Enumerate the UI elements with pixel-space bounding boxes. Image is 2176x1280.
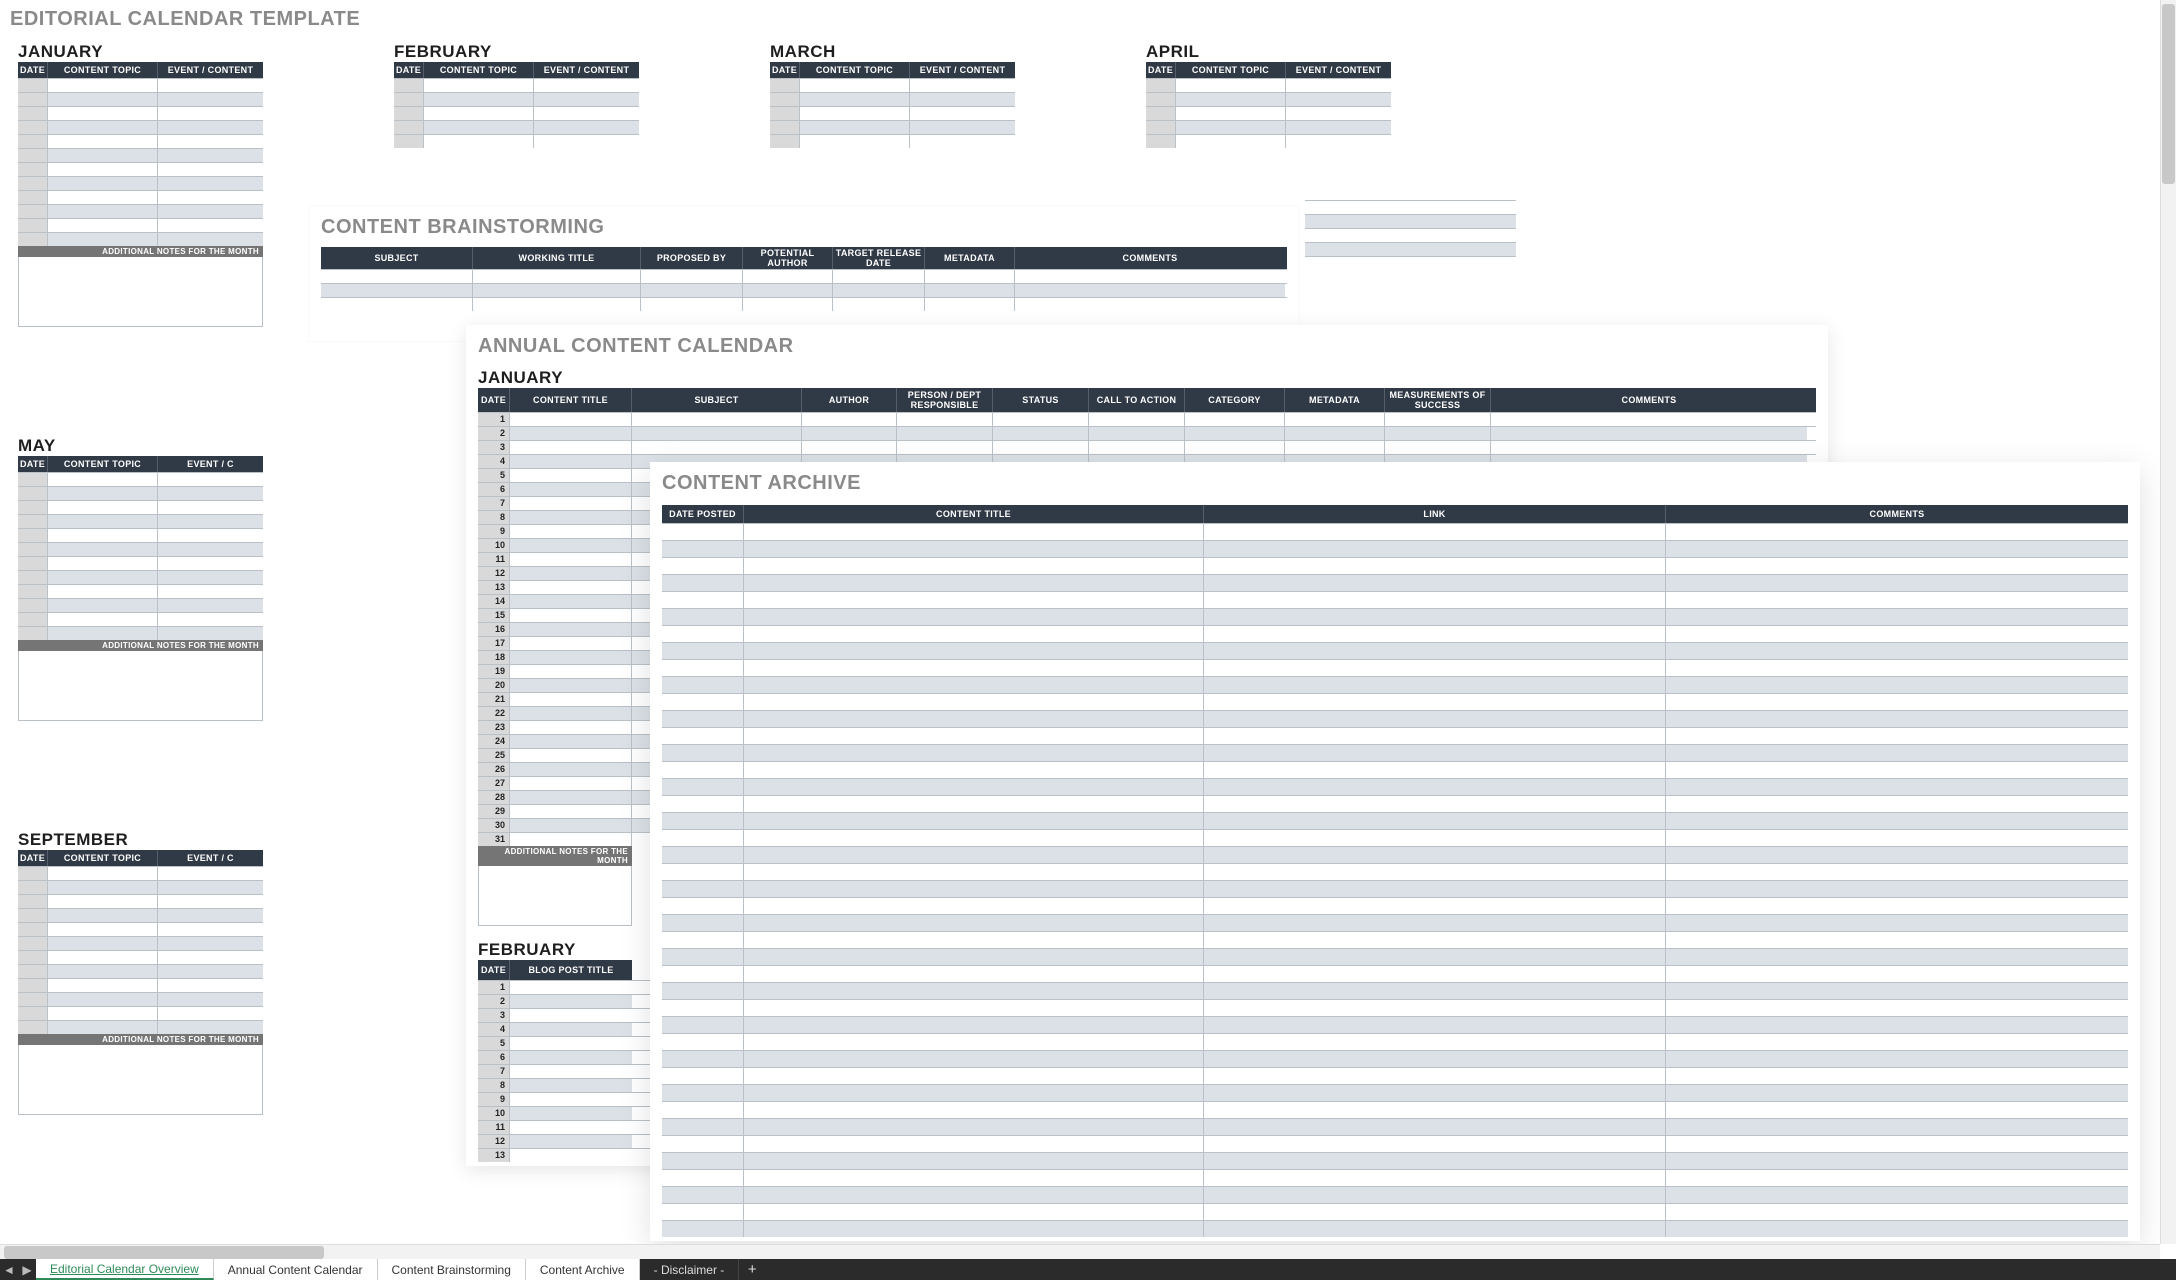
col-date: DATE — [18, 62, 48, 78]
sheet-prev-icon[interactable]: ◄ — [0, 1259, 18, 1280]
sheet-tab-bar: ◄ ▶ Editorial Calendar Overview Annual C… — [0, 1259, 2176, 1280]
sheet-next-icon[interactable]: ▶ — [18, 1259, 36, 1280]
month-block-may: MAY DATECONTENT TOPICEVENT / C ADDITIONA… — [18, 436, 263, 721]
tab-disclaimer[interactable]: - Disclaimer - — [640, 1259, 740, 1280]
col-subject: SUBJECT — [321, 247, 473, 269]
tab-annual-calendar[interactable]: Annual Content Calendar — [214, 1259, 378, 1280]
col-metadata: METADATA — [925, 247, 1015, 269]
col-working-title: WORKING TITLE — [473, 247, 641, 269]
annual-feb-header: DATE BLOG POST TITLE — [478, 960, 632, 980]
notes-bar: ADDITIONAL NOTES FOR THE MONTH — [18, 1034, 263, 1045]
rhs-preview-strip — [1305, 76, 1516, 270]
annual-notes-bar: ADDITIONAL NOTES FOR THE MONTH — [478, 846, 632, 866]
month-rows — [18, 78, 263, 246]
annual-title: ANNUAL CONTENT CALENDAR — [478, 335, 1816, 358]
notes-area[interactable] — [18, 1045, 263, 1115]
add-sheet-button[interactable]: + — [739, 1259, 765, 1280]
month-block-march: MARCH DATECONTENT TOPICEVENT / CONTENT — [770, 42, 1015, 148]
archive-rows — [662, 523, 2128, 1237]
tab-brainstorming[interactable]: Content Brainstorming — [378, 1259, 526, 1280]
col-comments: COMMENTS — [1015, 247, 1285, 269]
horizontal-scrollbar[interactable] — [0, 1244, 2160, 1259]
col-event: EVENT / CONTENT — [158, 62, 263, 78]
archive-header: DATE POSTED CONTENT TITLE LINK COMMENTS — [662, 505, 2128, 523]
tab-editorial-overview[interactable]: Editorial Calendar Overview — [36, 1259, 214, 1280]
month-label: APRIL — [1146, 42, 1391, 62]
month-label: MARCH — [770, 42, 1015, 62]
col-target-release: TARGET RELEASE DATE — [833, 247, 925, 269]
month-block-january: JANUARY DATE CONTENT TOPIC EVENT / CONTE… — [18, 42, 263, 327]
annual-notes-area[interactable] — [478, 866, 632, 926]
editorial-title: EDITORIAL CALENDAR TEMPLATE — [10, 8, 360, 31]
month-block-february: FEBRUARY DATECONTENT TOPICEVENT / CONTEN… — [394, 42, 639, 148]
brainstorm-title: CONTENT BRAINSTORMING — [321, 216, 1287, 239]
content-archive-sheet: CONTENT ARCHIVE DATE POSTED CONTENT TITL… — [650, 462, 2140, 1241]
col-potential-author: POTENTIAL AUTHOR — [743, 247, 833, 269]
notes-area[interactable] — [18, 257, 263, 327]
annual-jan-label: JANUARY — [478, 368, 1816, 388]
vertical-scrollbar[interactable] — [2160, 0, 2176, 1244]
month-label: FEBRUARY — [394, 42, 639, 62]
month-block-september: SEPTEMBER DATECONTENT TOPICEVENT / C ADD… — [18, 830, 263, 1115]
notes-bar: ADDITIONAL NOTES FOR THE MONTH — [18, 246, 263, 257]
annual-jan-header: DATE CONTENT TITLE SUBJECT AUTHOR PERSON… — [478, 388, 1816, 412]
col-proposed-by: PROPOSED BY — [641, 247, 743, 269]
col-topic: CONTENT TOPIC — [48, 62, 158, 78]
month-header-row: DATE CONTENT TOPIC EVENT / CONTENT — [18, 62, 263, 78]
brainstorming-sheet: CONTENT BRAINSTORMING SUBJECT WORKING TI… — [309, 206, 1299, 341]
month-label: SEPTEMBER — [18, 830, 263, 850]
brainstorm-header: SUBJECT WORKING TITLE PROPOSED BY POTENT… — [321, 247, 1287, 269]
month-label: MAY — [18, 436, 263, 456]
archive-title: CONTENT ARCHIVE — [662, 472, 2128, 495]
editorial-calendar-sheet: EDITORIAL CALENDAR TEMPLATE /*positions … — [10, 8, 360, 41]
notes-area[interactable] — [18, 651, 263, 721]
tab-archive[interactable]: Content Archive — [526, 1259, 640, 1280]
month-label: JANUARY — [18, 42, 263, 62]
notes-bar: ADDITIONAL NOTES FOR THE MONTH — [18, 640, 263, 651]
